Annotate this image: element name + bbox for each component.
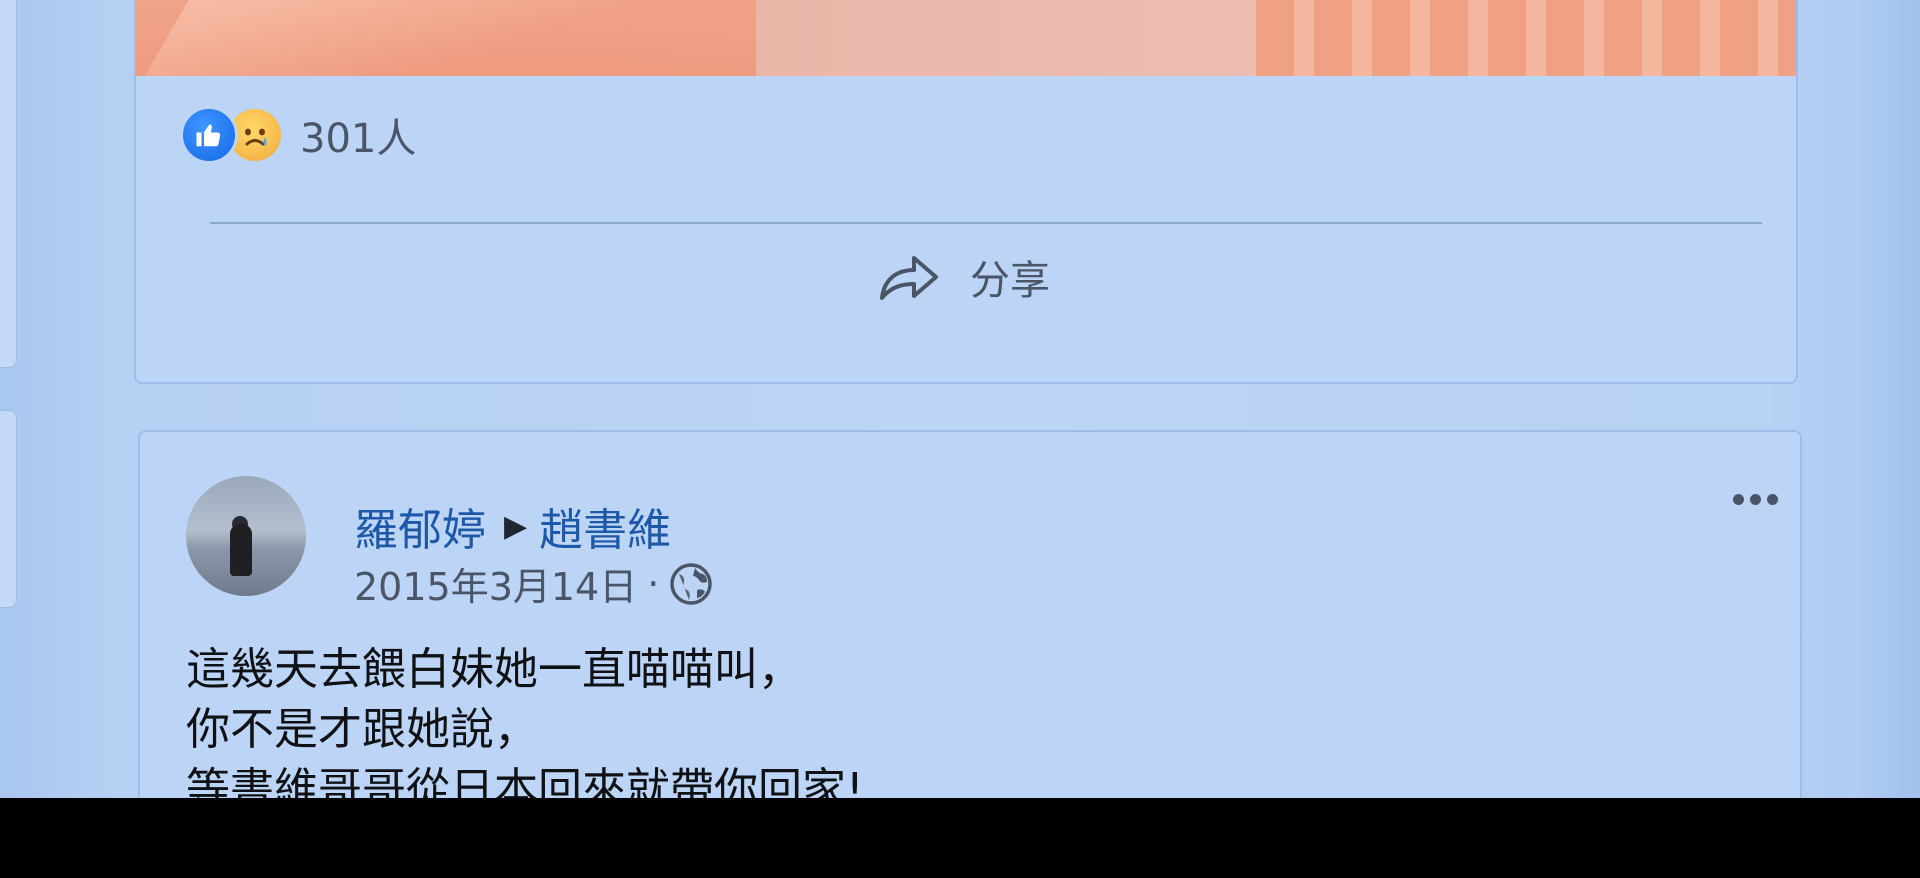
more-dot bbox=[1767, 494, 1778, 505]
post-card-previous: 301人 分享 bbox=[134, 0, 1798, 384]
post-date[interactable]: 2015年3月14日 bbox=[354, 556, 637, 611]
post-line: 這幾天去餵白妹她一直喵喵叫， bbox=[186, 644, 802, 695]
reactions-summary[interactable]: 301人 bbox=[180, 106, 416, 164]
right-panel-edge bbox=[1848, 0, 1920, 798]
more-options-button[interactable] bbox=[1733, 494, 1778, 505]
post-photo[interactable] bbox=[136, 0, 1796, 76]
post-card: 羅郁婷 ▶ 趙書維 2015年3月14日 · 這幾天去餵白妹她一直喵喵叫， 你不… bbox=[138, 430, 1802, 798]
avatar-figure bbox=[230, 524, 252, 576]
share-label: 分享 bbox=[970, 258, 1050, 304]
photo-stripes bbox=[1256, 0, 1796, 76]
app-screen: 301人 分享 羅郁婷 ▶ 趙書維 2015年3月14日 · 這幾天去餵白妹她一… bbox=[0, 0, 1920, 798]
avatar[interactable] bbox=[186, 476, 306, 596]
post-line: 等書維哥哥從日本回來就帶你回家! bbox=[186, 764, 864, 798]
photo-pale-area bbox=[756, 0, 1266, 76]
like-icon bbox=[180, 106, 238, 164]
more-dot bbox=[1750, 494, 1761, 505]
share-button[interactable]: 分享 bbox=[876, 247, 1050, 307]
share-icon bbox=[880, 256, 938, 300]
target-name[interactable]: 趙書維 bbox=[539, 494, 671, 558]
divider bbox=[210, 222, 1762, 224]
left-panel-edge bbox=[0, 0, 18, 798]
letterbox-bar bbox=[0, 798, 1920, 878]
post-body: 這幾天去餵白妹她一直喵喵叫， 你不是才跟她說， 等書維哥哥從日本回來就帶你回家! bbox=[186, 640, 864, 798]
meta-separator: · bbox=[647, 561, 660, 606]
reaction-count[interactable]: 301人 bbox=[300, 106, 416, 164]
post-line: 你不是才跟她說， bbox=[186, 704, 538, 755]
left-panel-segment bbox=[0, 0, 17, 368]
left-panel-segment bbox=[0, 410, 17, 608]
post-header: 羅郁婷 ▶ 趙書維 bbox=[354, 494, 671, 558]
author-name[interactable]: 羅郁婷 bbox=[354, 494, 486, 558]
globe-icon[interactable] bbox=[669, 562, 713, 606]
triangle-right-icon: ▶ bbox=[504, 508, 528, 544]
post-meta: 2015年3月14日 · bbox=[354, 556, 713, 611]
photo-light-area bbox=[136, 0, 837, 76]
more-dots-icon bbox=[1733, 494, 1744, 505]
